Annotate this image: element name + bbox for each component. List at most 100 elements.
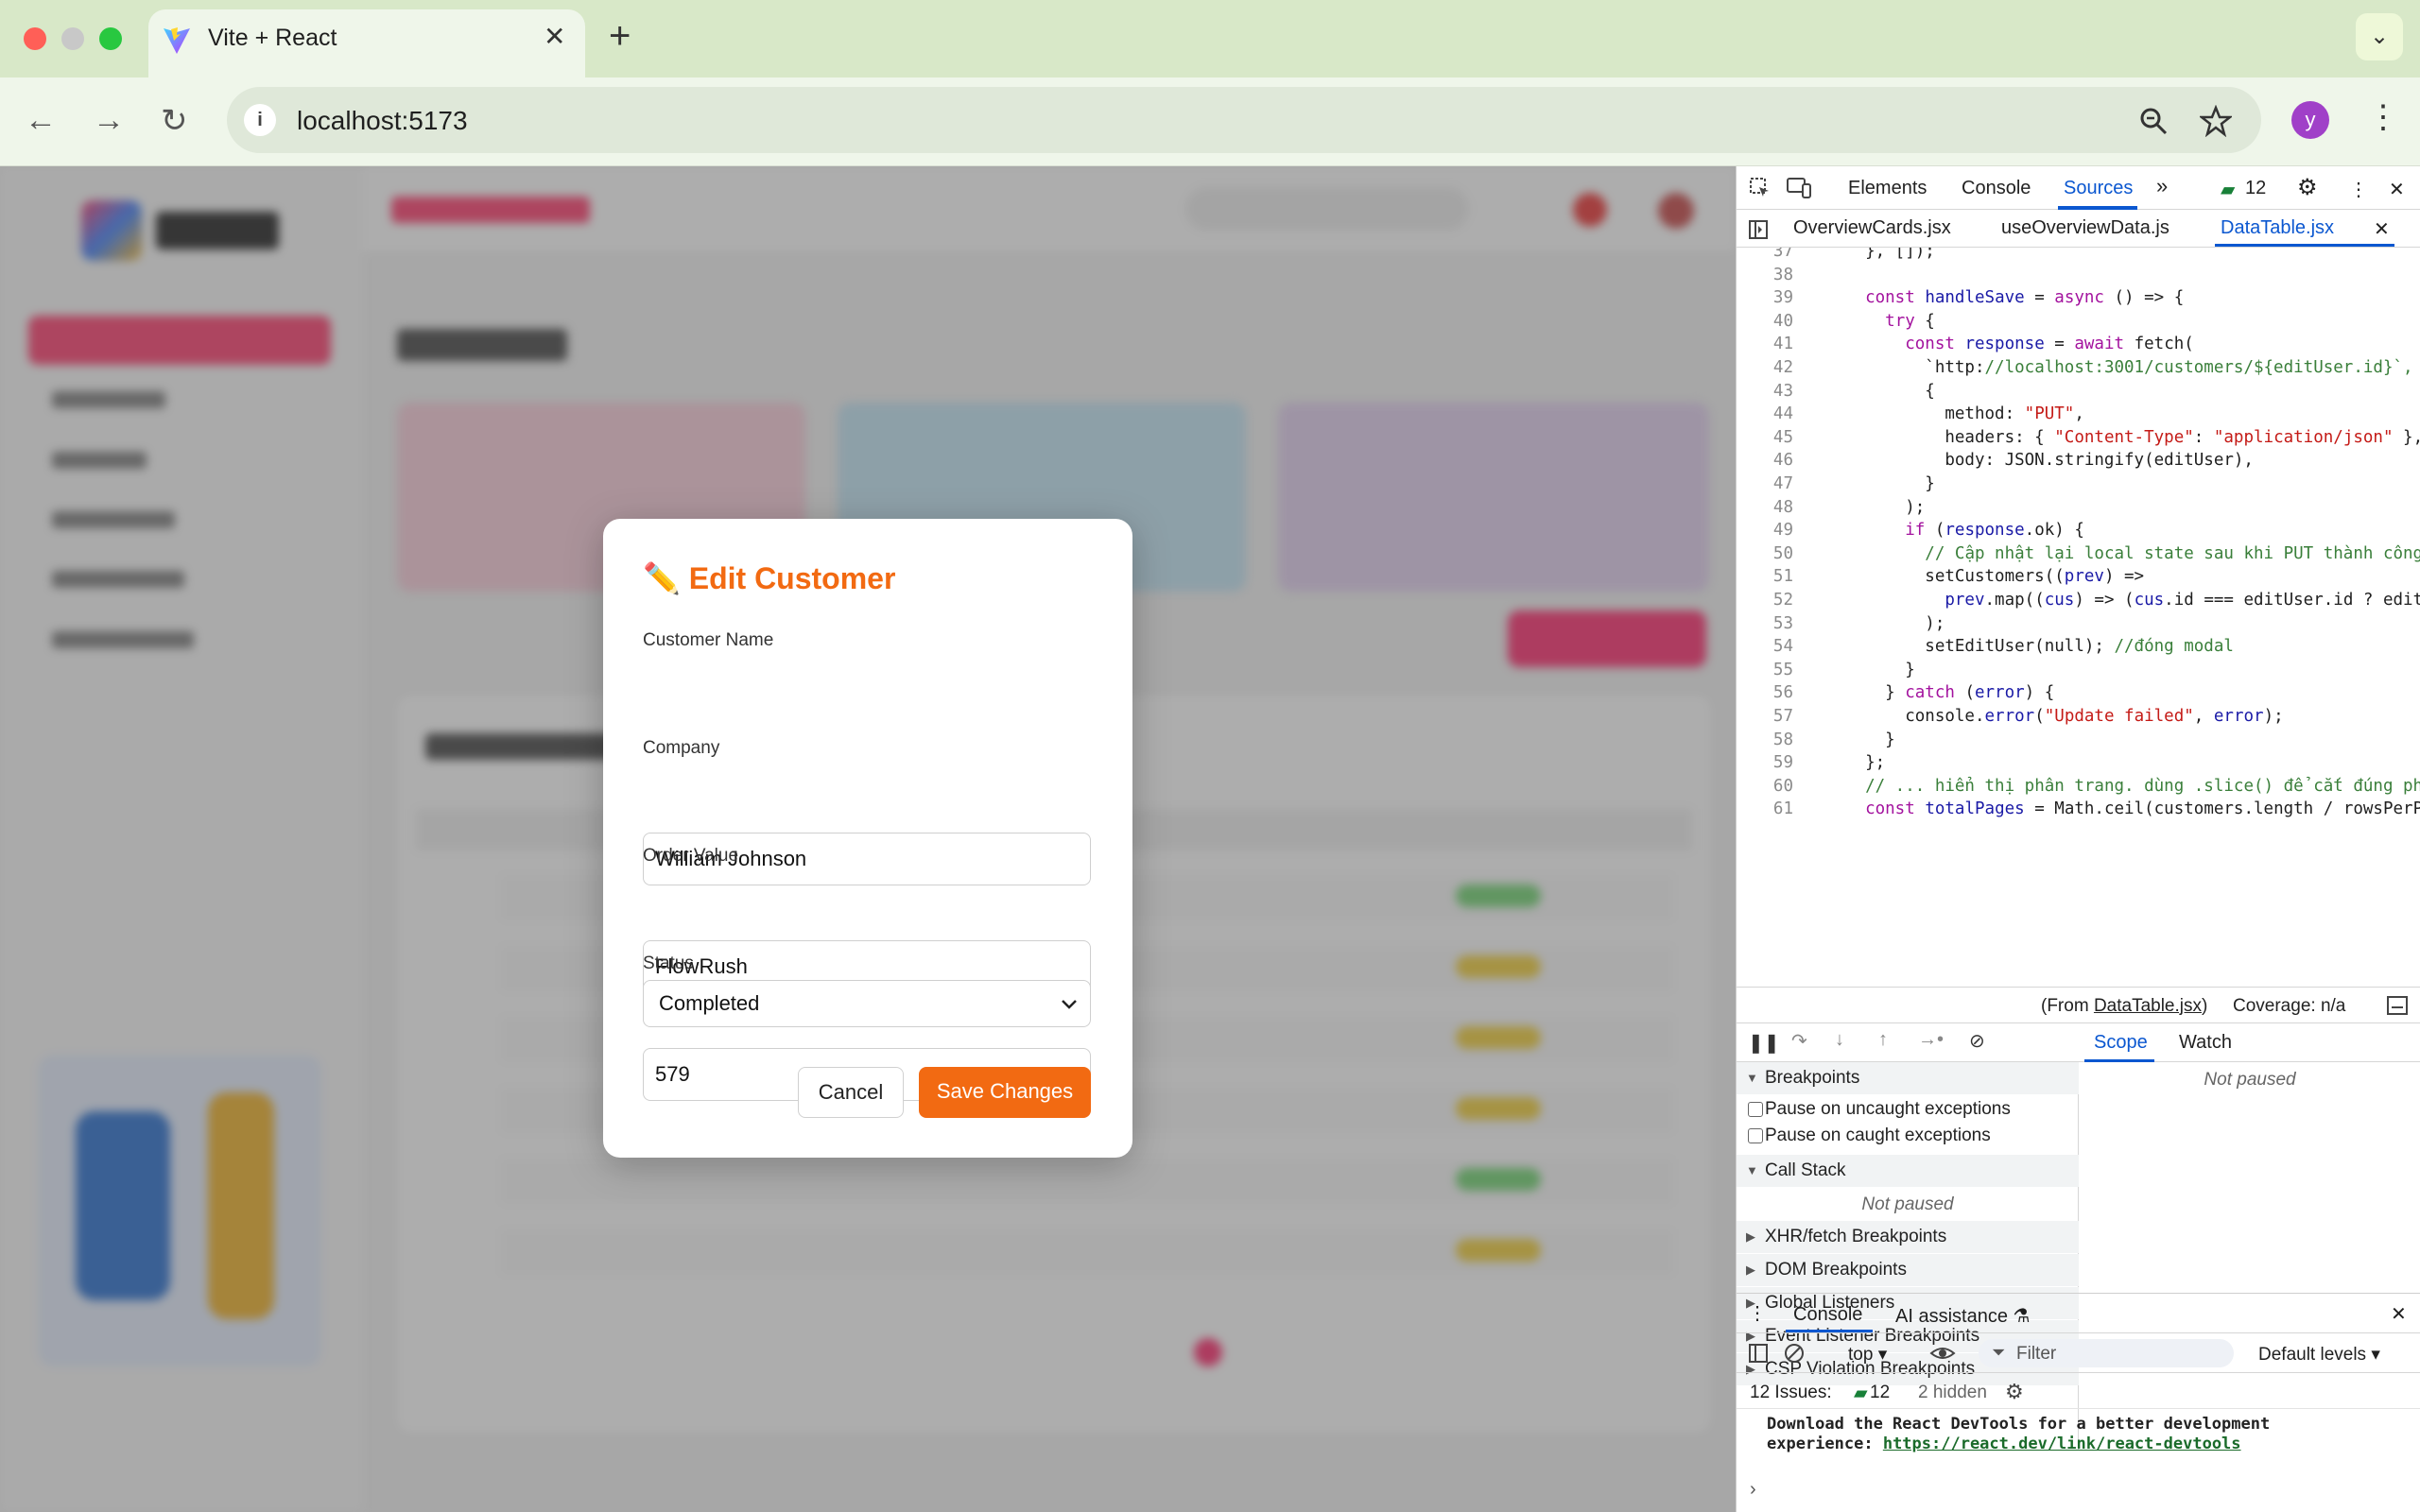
context-selector[interactable]: top ▾ — [1848, 1344, 1887, 1366]
line-number[interactable]: 42 — [1737, 356, 1793, 380]
code-editor[interactable]: 37 }, []); 38 39 const handleSave = async … — [1737, 248, 2420, 987]
dom-breakpoints-section[interactable]: ▶ DOM Breakpoints — [1737, 1254, 2079, 1286]
profile-avatar[interactable]: y — [2291, 101, 2329, 139]
line-number[interactable]: 54 — [1737, 635, 1793, 659]
tab-elements[interactable]: Elements — [1848, 178, 1927, 199]
line-number[interactable]: 60 — [1737, 775, 1793, 799]
pause-uncaught-option[interactable]: Pause on uncaught exceptions — [1737, 1096, 2079, 1123]
console-filter-input[interactable]: ⏷ Filter — [1979, 1339, 2234, 1367]
close-devtools-icon[interactable]: ✕ — [2389, 178, 2405, 201]
from-file-link[interactable]: DataTable.jsx — [2094, 996, 2202, 1016]
coverage-toggle-icon[interactable] — [2387, 996, 2408, 1015]
code-text: body: JSON.stringify(editUser), — [1845, 451, 2254, 471]
line-number[interactable]: 56 — [1737, 681, 1793, 705]
console-message-line: experience: https://react.dev/link/react… — [1767, 1435, 2241, 1453]
line-number[interactable]: 50 — [1737, 542, 1793, 566]
react-devtools-link[interactable]: https://react.dev/link/react-devtools — [1883, 1435, 2241, 1453]
line-number[interactable]: 41 — [1737, 333, 1793, 356]
browser-menu-icon[interactable]: ⋮ — [2367, 98, 2399, 136]
line-number[interactable]: 44 — [1737, 403, 1793, 426]
minimize-window-button[interactable] — [61, 27, 84, 50]
issues-count[interactable]: 12 — [2245, 178, 2266, 199]
drawer-tab-console[interactable]: Console — [1793, 1304, 1862, 1326]
address-bar[interactable] — [227, 87, 2261, 153]
zoom-icon[interactable] — [2138, 106, 2169, 136]
line-number[interactable]: 48 — [1737, 496, 1793, 520]
line-number[interactable]: 38 — [1737, 264, 1793, 287]
line-number[interactable]: 49 — [1737, 519, 1793, 542]
devtools-menu-icon[interactable]: ⋮ — [2349, 178, 2368, 201]
line-number[interactable]: 37 — [1737, 248, 1793, 264]
forward-icon[interactable]: → — [93, 102, 125, 139]
site-info-icon[interactable]: i — [244, 104, 276, 136]
maximize-window-button[interactable] — [99, 27, 122, 50]
code-line: 42 `http://localhost:3001/customers/${ed… — [1737, 356, 2420, 380]
more-tabs-icon[interactable]: » — [2156, 174, 2168, 198]
tab-scope[interactable]: Scope — [2094, 1032, 2148, 1054]
drawer-tab-ai-assistance[interactable]: AI assistance ⚗ — [1895, 1304, 2030, 1328]
close-window-button[interactable] — [24, 27, 46, 50]
file-tab-overviewcards[interactable]: OverviewCards.jsx — [1793, 217, 1951, 239]
file-tab-datatable[interactable]: DataTable.jsx — [2221, 217, 2334, 239]
live-expression-eye-icon[interactable] — [1929, 1344, 1956, 1363]
code-text: ); — [1845, 497, 1926, 517]
line-number[interactable]: 40 — [1737, 310, 1793, 334]
step-over-icon[interactable]: ↷ — [1791, 1029, 1807, 1053]
issues-badge-icon[interactable]: ▰ — [1854, 1383, 1868, 1404]
close-file-icon[interactable]: ✕ — [2374, 217, 2390, 241]
back-icon[interactable]: ← — [25, 102, 57, 139]
tab-console[interactable]: Console — [1962, 178, 2031, 199]
clear-console-icon[interactable] — [1784, 1343, 1805, 1364]
pause-uncaught-checkbox[interactable] — [1748, 1102, 1763, 1117]
line-number[interactable]: 53 — [1737, 612, 1793, 636]
line-number[interactable]: 59 — [1737, 751, 1793, 775]
pause-caught-option[interactable]: Pause on caught exceptions — [1737, 1123, 2079, 1149]
step-icon[interactable]: →• — [1918, 1029, 1944, 1051]
line-number[interactable]: 43 — [1737, 380, 1793, 404]
cancel-button[interactable]: Cancel — [798, 1067, 904, 1118]
line-number[interactable]: 45 — [1737, 426, 1793, 450]
pause-caught-checkbox[interactable] — [1748, 1128, 1763, 1143]
line-number[interactable]: 52 — [1737, 589, 1793, 612]
url-text[interactable]: localhost:5173 — [297, 106, 468, 136]
new-tab-icon[interactable]: + — [609, 15, 631, 58]
status-select[interactable]: Completed — [643, 980, 1091, 1027]
line-number[interactable]: 46 — [1737, 449, 1793, 472]
call-stack-section[interactable]: ▼ Call Stack — [1737, 1155, 2079, 1187]
device-toolbar-icon[interactable] — [1786, 176, 1812, 200]
pause-resume-icon[interactable]: ❚❚ — [1748, 1031, 1780, 1055]
line-number[interactable]: 58 — [1737, 729, 1793, 752]
xhr-breakpoints-section[interactable]: ▶ XHR/fetch Breakpoints — [1737, 1221, 2079, 1253]
close-tab-icon[interactable]: ✕ — [544, 21, 565, 52]
console-sidebar-icon[interactable] — [1748, 1343, 1769, 1364]
console-toolbar: top ▾ ⏷ Filter Default levels ▾ — [1737, 1333, 2420, 1373]
bookmark-star-icon[interactable] — [2200, 105, 2232, 137]
console-prompt-icon[interactable]: › — [1750, 1479, 1756, 1501]
tab-sources[interactable]: Sources — [2064, 178, 2133, 199]
settings-gear-icon[interactable]: ⚙ — [2297, 174, 2318, 201]
deactivate-breakpoints-icon[interactable]: ⊘ — [1969, 1029, 1985, 1053]
tab-watch[interactable]: Watch — [2179, 1032, 2232, 1054]
log-levels-dropdown[interactable]: Default levels ▾ — [2258, 1344, 2380, 1366]
issues-badge-count[interactable]: 12 — [1870, 1383, 1890, 1403]
close-drawer-icon[interactable]: ✕ — [2391, 1302, 2407, 1326]
line-number[interactable]: 39 — [1737, 286, 1793, 310]
code-line: 46 body: JSON.stringify(editUser), — [1737, 449, 2420, 472]
line-number[interactable]: 55 — [1737, 659, 1793, 682]
console-settings-icon[interactable]: ⚙ — [2005, 1380, 2024, 1404]
breakpoints-section[interactable]: ▼ Breakpoints — [1737, 1062, 2079, 1094]
reload-icon[interactable]: ↻ — [161, 102, 188, 140]
navigator-toggle-icon[interactable] — [1748, 219, 1769, 240]
line-number[interactable]: 47 — [1737, 472, 1793, 496]
tab-search-icon[interactable]: ⌄ — [2356, 13, 2403, 60]
line-number[interactable]: 51 — [1737, 565, 1793, 589]
line-number[interactable]: 57 — [1737, 705, 1793, 729]
line-number[interactable]: 61 — [1737, 798, 1793, 821]
step-into-icon[interactable]: ↓ — [1835, 1029, 1844, 1051]
file-tab-useoverviewdata[interactable]: useOverviewData.js — [2001, 217, 2169, 239]
drawer-menu-icon[interactable]: ⋮ — [1748, 1301, 1767, 1325]
save-changes-button[interactable]: Save Changes — [919, 1067, 1091, 1118]
issues-icon[interactable]: ▰ — [2221, 178, 2235, 201]
inspect-element-icon[interactable] — [1748, 176, 1772, 200]
step-out-icon[interactable]: ↑ — [1878, 1029, 1888, 1051]
